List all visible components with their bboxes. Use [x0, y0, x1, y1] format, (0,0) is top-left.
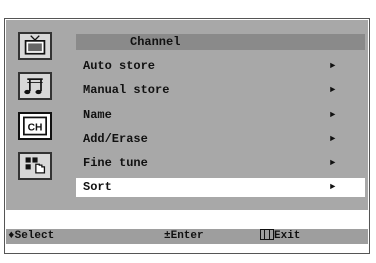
setup-hand-icon[interactable]: [18, 152, 52, 180]
menu-item-auto-store[interactable]: Auto store ►: [76, 57, 365, 76]
enter-hint: ±Enter: [164, 229, 204, 244]
channel-ch-icon[interactable]: CH: [18, 112, 52, 140]
menu-item-fine-tune[interactable]: Fine tune ►: [76, 154, 365, 173]
osd-menu-window: CH Channel Auto store ► Manual store ► N…: [4, 18, 370, 254]
menu-item-sort[interactable]: Sort ►: [76, 178, 365, 197]
enter-hint-label: Enter: [170, 230, 204, 242]
menu-item-label: Auto store: [83, 59, 156, 73]
enter-symbol-icon: ±: [164, 230, 171, 242]
menu-item-label: Manual store: [83, 83, 170, 97]
category-sidebar: CH: [6, 20, 70, 210]
menu-title-bar: Channel: [76, 34, 365, 50]
exit-hint: Exit: [260, 229, 300, 244]
menu-item-manual-store[interactable]: Manual store ►: [76, 81, 365, 100]
arrow-right-icon: ►: [330, 110, 336, 120]
menu-panel: CH Channel Auto store ► Manual store ► N…: [6, 20, 368, 210]
tv-picture-icon[interactable]: [18, 32, 52, 60]
select-hint: ♦Select: [8, 229, 54, 244]
exit-hint-label: Exit: [274, 230, 301, 242]
select-hint-label: Select: [14, 230, 55, 242]
menu-item-label: Fine tune: [83, 156, 148, 170]
menu-item-name[interactable]: Name ►: [76, 106, 365, 125]
menu-item-label: Name: [83, 108, 112, 122]
music-note-icon[interactable]: [18, 72, 52, 100]
arrow-right-icon: ►: [330, 85, 336, 95]
channel-ch-label: CH: [28, 122, 43, 133]
arrow-right-icon: ►: [330, 61, 336, 71]
menu-title: Channel: [130, 35, 181, 49]
select-symbol-icon: ♦: [8, 230, 15, 242]
menu-item-add-erase[interactable]: Add/Erase ►: [76, 130, 365, 149]
arrow-right-icon: ►: [330, 158, 336, 168]
arrow-right-icon: ►: [330, 134, 336, 144]
status-bar: ♦Select ±Enter Exit: [6, 229, 368, 244]
arrow-right-icon: ►: [330, 182, 336, 192]
menu-item-label: Add/Erase: [83, 132, 148, 146]
menu-bars-icon: [260, 229, 274, 240]
menu-item-label: Sort: [83, 180, 112, 194]
